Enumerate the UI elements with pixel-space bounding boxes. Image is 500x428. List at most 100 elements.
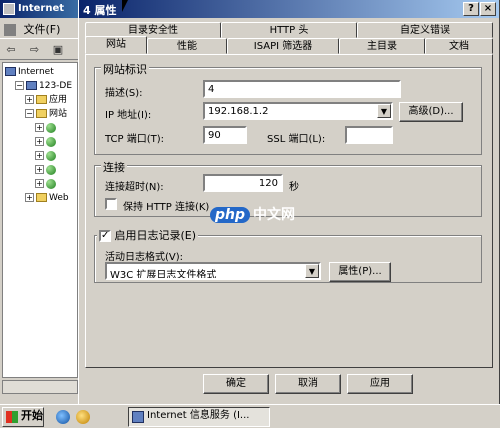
tcp-port-input[interactable]: 90 (203, 126, 247, 144)
cancel-button[interactable]: 取消 (275, 374, 341, 394)
enable-logging-row: ✓ 启用日志记录(E) (97, 227, 199, 243)
start-button[interactable]: 开始 (2, 407, 44, 427)
keep-alive-checkbox[interactable] (105, 198, 117, 210)
tab-isapi-filters[interactable]: ISAPI 筛选器 (227, 38, 339, 54)
expand-icon[interactable]: + (25, 193, 34, 202)
tree-node[interactable]: + (5, 163, 75, 177)
tab-website[interactable]: 网站 (85, 36, 147, 54)
ip-address-value: 192.168.1.2 (208, 106, 269, 117)
taskbar-item-iis[interactable]: Internet 信息服务 (I... (128, 407, 270, 427)
folder-icon (36, 109, 47, 118)
tab-row-front: 网站 性能 ISAPI 筛选器 主目录 文档 (85, 36, 493, 54)
up-folder-icon[interactable]: ▣ (49, 42, 67, 58)
apply-button[interactable]: 应用 (347, 374, 413, 394)
tree-node[interactable]: + (5, 149, 75, 163)
help-button[interactable]: ? (463, 2, 479, 16)
computer-icon (26, 81, 37, 90)
enable-logging-checkbox[interactable]: ✓ (99, 230, 111, 242)
mmc-toolbar: ⇦ ⇨ ▣ (0, 38, 80, 60)
tcp-port-label: TCP 端口(T): (105, 134, 164, 145)
connection-label: 连接 (101, 159, 127, 175)
expand-icon[interactable]: + (25, 95, 34, 104)
enable-logging-label[interactable]: 启用日志记录(E) (115, 229, 197, 242)
ssl-port-label: SSL 端口(L): (267, 134, 326, 145)
taskbar-item-label: Internet 信息服务 (I... (147, 410, 250, 421)
mmc-title-text: Internet (18, 3, 65, 14)
tab-home-directory[interactable]: 主目录 (339, 38, 425, 54)
collapse-icon[interactable]: − (25, 109, 34, 118)
site-properties-dialog: 4 属性 ? × 目录安全性 HTTP 头 自定义错误 网站 性能 ISAPI … (78, 0, 500, 404)
ssl-port-input[interactable] (345, 126, 393, 144)
tab-custom-errors[interactable]: 自定义错误 (357, 22, 493, 38)
tree-node[interactable]: + (5, 121, 75, 135)
tab-http-headers[interactable]: HTTP 头 (221, 22, 357, 38)
computer-icon (5, 67, 16, 76)
expand-icon[interactable]: + (35, 151, 44, 160)
tree-node[interactable]: − 123-DE (5, 79, 75, 93)
tree-node-label: Web (49, 193, 69, 203)
tree-node[interactable]: + (5, 135, 75, 149)
connection-timeout-label: 连接超时(N): (105, 182, 164, 193)
tree-node-label: 123-DE (39, 81, 73, 91)
menu-file[interactable]: 文件(F) (24, 23, 61, 36)
log-format-label: 活动日志格式(V): (105, 252, 184, 263)
ok-button[interactable]: 确定 (203, 374, 269, 394)
expand-icon[interactable]: + (35, 179, 44, 188)
logging-group: ✓ 启用日志记录(E) 活动日志格式(V): W3C 扩展日志文件格式 ▼ 属性… (94, 227, 482, 283)
tree-node[interactable]: + (5, 177, 75, 191)
mmc-menu-bar: 文件(F) (0, 18, 80, 38)
tree-node[interactable]: − 网站 (5, 107, 75, 121)
tree-node[interactable]: + 应用 (5, 93, 75, 107)
log-properties-button[interactable]: 属性(P)... (329, 262, 391, 282)
taskbar: 开始 Internet 信息服务 (I... (0, 404, 500, 428)
console-tree[interactable]: Internet −123-DE + 应用 − 网站 + + + + + + Web (2, 62, 78, 378)
watermark-text: 中文网 (253, 207, 296, 223)
chevron-down-icon[interactable]: ▼ (305, 264, 319, 278)
folder-icon (36, 95, 47, 104)
connection-timeout-input[interactable]: 120 (203, 174, 283, 192)
website-globe-icon (46, 122, 56, 133)
tree-node[interactable]: Internet (5, 65, 75, 79)
log-format-dropdown[interactable]: W3C 扩展日志文件格式 ▼ (105, 262, 321, 280)
collapse-icon[interactable]: − (15, 81, 24, 90)
expand-icon[interactable]: + (35, 137, 44, 146)
tree-horizontal-scrollbar[interactable] (2, 380, 78, 394)
advanced-button[interactable]: 高级(D)... (399, 102, 463, 122)
log-format-value: W3C 扩展日志文件格式 (110, 270, 217, 280)
timeout-unit: 秒 (289, 182, 299, 193)
description-input[interactable]: 4 (203, 80, 401, 98)
forward-arrow-icon[interactable]: ⇨ (26, 42, 44, 58)
tab-performance[interactable]: 性能 (147, 38, 227, 54)
website-globe-icon (46, 164, 56, 175)
iis-app-icon (3, 3, 15, 15)
tree-node-label: 网站 (49, 109, 68, 119)
mmc-title-bar[interactable]: Internet (0, 0, 80, 18)
website-globe-icon (46, 178, 56, 189)
description-label: 描述(S): (105, 88, 143, 99)
keep-alive-label[interactable]: 保持 HTTP 连接(K) (123, 198, 209, 213)
chevron-down-icon[interactable]: ▼ (377, 104, 391, 118)
close-button[interactable]: × (480, 2, 496, 16)
expand-icon[interactable]: + (35, 123, 44, 132)
ip-address-dropdown[interactable]: 192.168.1.2 ▼ (203, 102, 393, 120)
windows-flag-icon (6, 411, 18, 423)
iis-task-icon (132, 411, 144, 423)
expand-icon[interactable]: + (35, 165, 44, 174)
mouse-cursor-icon (122, 0, 128, 12)
site-identification-group: 网站标识 描述(S): 4 IP 地址(I): 192.168.1.2 ▼ 高级… (94, 61, 482, 155)
website-globe-icon (46, 150, 56, 161)
dialog-title: 4 属性 (83, 4, 117, 17)
tree-node-label: 应用 (49, 95, 68, 105)
tree-node[interactable]: + Web (5, 191, 75, 205)
watermark-badge: php (210, 207, 251, 223)
start-label: 开始 (21, 409, 43, 422)
dialog-title-bar[interactable]: 4 属性 ? × (79, 0, 499, 18)
site-identification-label: 网站标识 (101, 61, 149, 77)
console-icon (4, 24, 16, 36)
folder-icon (36, 193, 47, 202)
tab-documents[interactable]: 文档 (425, 38, 493, 54)
back-arrow-icon[interactable]: ⇦ (2, 42, 20, 58)
explorer-quicklaunch-icon[interactable] (76, 410, 90, 424)
php-cn-watermark: php 中文网 (210, 204, 295, 226)
ie-quicklaunch-icon[interactable] (56, 410, 70, 424)
